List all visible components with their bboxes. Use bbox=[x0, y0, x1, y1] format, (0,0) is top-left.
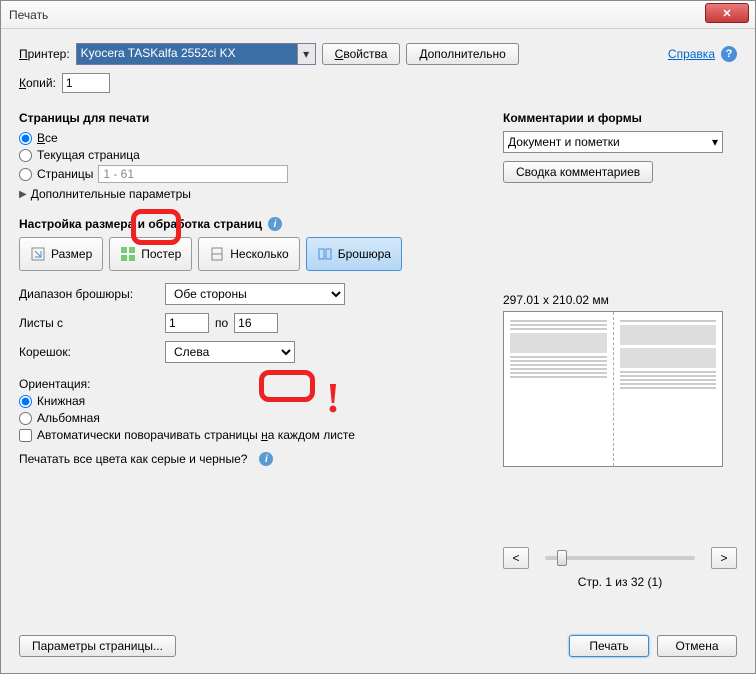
orientation-label: Ориентация: bbox=[19, 377, 479, 391]
info-icon[interactable]: i bbox=[259, 452, 273, 466]
autorotate-label: Автоматически поворачивать страницы на к… bbox=[37, 428, 355, 442]
properties-button[interactable]: Свойства bbox=[322, 43, 401, 65]
titlebar: Печать ✕ bbox=[1, 1, 755, 29]
booklet-icon bbox=[317, 246, 333, 262]
content: Принтер: Kyocera TASKalfa 2552ci KX ▾ Св… bbox=[1, 29, 755, 673]
preview-next-button[interactable]: > bbox=[711, 547, 737, 569]
pages-range-radio[interactable] bbox=[19, 168, 32, 181]
sheets-to-input[interactable] bbox=[234, 313, 278, 333]
poster-tab-button[interactable]: Постер bbox=[109, 237, 192, 271]
sizing-section-title: Настройка размера и обработка страниц i bbox=[19, 217, 479, 231]
printer-label: Принтер: bbox=[19, 47, 70, 61]
print-button[interactable]: Печать bbox=[569, 635, 649, 657]
pages-range-input[interactable] bbox=[98, 165, 288, 183]
size-tab-button[interactable]: Размер bbox=[19, 237, 103, 271]
page-setup-button[interactable]: Параметры страницы... bbox=[19, 635, 176, 657]
summarize-comments-button[interactable]: Сводка комментариев bbox=[503, 161, 653, 183]
more-options-disclosure[interactable]: ▶ Дополнительные параметры bbox=[19, 187, 479, 201]
pages-section-title: Страницы для печати bbox=[19, 111, 479, 125]
grayscale-prompt: Печатать все цвета как серые и черные? bbox=[19, 452, 247, 466]
comments-section-title: Комментарии и формы bbox=[503, 111, 737, 125]
printer-select[interactable]: Kyocera TASKalfa 2552ci KX ▾ bbox=[76, 43, 316, 65]
copies-label: Копий: bbox=[19, 76, 56, 90]
pages-current-label: Текущая страница bbox=[37, 148, 140, 162]
booklet-subset-label: Диапазон брошюры: bbox=[19, 287, 159, 301]
help-icon[interactable]: ? bbox=[721, 46, 737, 62]
print-dialog: Печать ✕ Принтер: Kyocera TASKalfa 2552c… bbox=[0, 0, 756, 674]
triangle-right-icon: ▶ bbox=[19, 189, 27, 200]
preview-page-status: Стр. 1 из 32 (1) bbox=[503, 575, 737, 589]
sheets-from-input[interactable] bbox=[165, 313, 209, 333]
preview-dimensions: 297.01 x 210.02 мм bbox=[503, 293, 737, 307]
window-title: Печать bbox=[9, 8, 48, 22]
comments-select[interactable]: Документ и пометки ▾ bbox=[503, 131, 723, 153]
preview-prev-button[interactable]: < bbox=[503, 547, 529, 569]
orientation-portrait-label: Книжная bbox=[37, 394, 85, 408]
more-options-label: Дополнительные параметры bbox=[31, 187, 191, 201]
sheets-to-label: по bbox=[215, 316, 228, 330]
sheets-from-label: Листы с bbox=[19, 316, 159, 330]
info-icon[interactable]: i bbox=[268, 217, 282, 231]
booklet-tab-button[interactable]: Брошюра bbox=[306, 237, 402, 271]
help-link[interactable]: Справка bbox=[668, 47, 715, 61]
pages-all-radio[interactable] bbox=[19, 132, 32, 145]
poster-icon bbox=[120, 246, 136, 262]
binding-label: Корешок: bbox=[19, 345, 159, 359]
printer-value: Kyocera TASKalfa 2552ci KX bbox=[81, 46, 236, 60]
preview-slider[interactable] bbox=[545, 556, 695, 560]
booklet-subset-select[interactable]: Обе стороны bbox=[165, 283, 345, 305]
cancel-button[interactable]: Отмена bbox=[657, 635, 737, 657]
orientation-landscape-radio[interactable] bbox=[19, 412, 32, 425]
dropdown-arrow-icon: ▾ bbox=[297, 44, 315, 64]
orientation-portrait-radio[interactable] bbox=[19, 395, 32, 408]
autorotate-checkbox[interactable] bbox=[19, 429, 32, 442]
copies-input[interactable] bbox=[62, 73, 110, 93]
close-button[interactable]: ✕ bbox=[705, 3, 749, 23]
close-icon: ✕ bbox=[722, 7, 731, 20]
size-icon bbox=[30, 246, 46, 262]
pages-all-label: Все bbox=[37, 131, 58, 145]
orientation-landscape-label: Альбомная bbox=[37, 411, 100, 425]
slider-thumb[interactable] bbox=[557, 550, 567, 566]
binding-select[interactable]: Слева bbox=[165, 341, 295, 363]
multiple-tab-button[interactable]: Несколько bbox=[198, 237, 299, 271]
dropdown-arrow-icon: ▾ bbox=[712, 135, 718, 149]
pages-current-radio[interactable] bbox=[19, 149, 32, 162]
pages-range-label: Страницы bbox=[37, 167, 93, 181]
advanced-button[interactable]: Дополнительно bbox=[406, 43, 518, 65]
multiple-icon bbox=[209, 246, 225, 262]
preview-box bbox=[503, 311, 723, 467]
